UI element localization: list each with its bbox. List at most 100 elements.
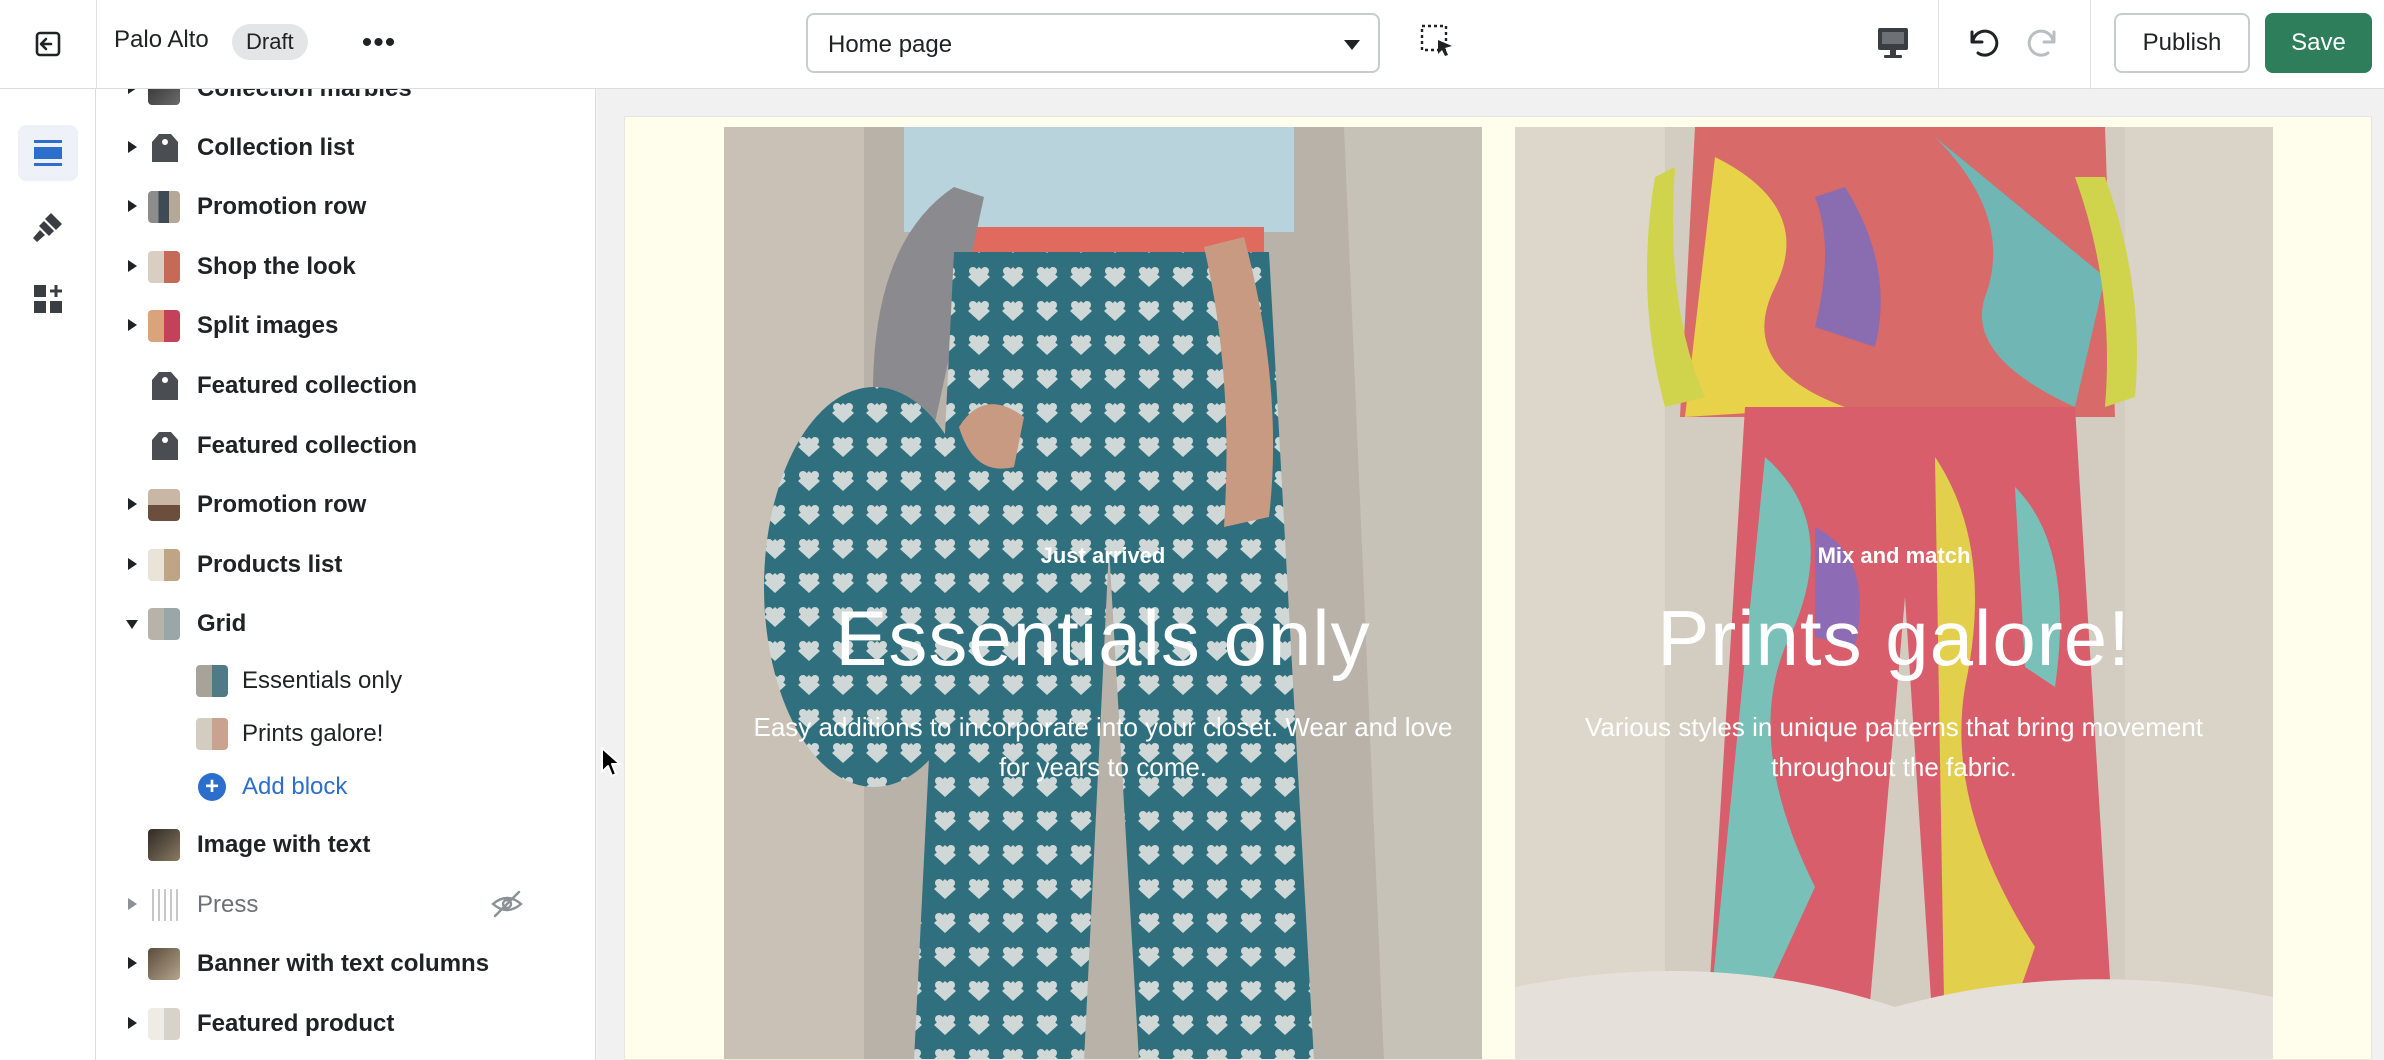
select-element-icon [1420, 24, 1452, 56]
storefront-preview: Just arrived Essentials only Easy additi… [624, 116, 2372, 1060]
redo-button[interactable] [2022, 20, 2066, 64]
collection-tag-icon [152, 432, 178, 460]
section-label: Image with text [197, 831, 371, 858]
rail-app-embeds-button[interactable] [18, 271, 78, 327]
chevron-right-icon [128, 498, 137, 510]
app-embeds-icon [34, 285, 62, 313]
status-badge: Draft [232, 24, 308, 60]
section-item-collection-list[interactable]: Collection list [96, 121, 595, 173]
mouse-cursor-icon [601, 747, 621, 777]
top-bar: Palo Alto Draft ••• Home page Publish Sa… [0, 0, 2384, 89]
section-item-image-with-text[interactable]: Image with text [96, 818, 595, 870]
card-kicker: Just arrived [1040, 543, 1166, 568]
section-label: Featured collection [197, 372, 418, 399]
section-thumbnail [148, 889, 180, 921]
desktop-icon [1878, 28, 1908, 58]
chevron-right-icon [128, 898, 137, 910]
block-thumbnail [196, 665, 228, 697]
section-item-banner-with-text-columns[interactable]: Banner with text columns [96, 937, 595, 989]
save-button[interactable]: Save [2265, 13, 2372, 73]
chevron-right-icon [128, 141, 137, 153]
section-label: Collection marbles [197, 89, 412, 103]
chevron-right-icon [128, 319, 137, 331]
chevron-right-icon [128, 957, 137, 969]
section-label: Banner with text columns [197, 950, 490, 977]
section-label: Press [197, 891, 259, 918]
section-thumbnail [148, 89, 180, 105]
grid-card-essentials-only[interactable]: Just arrived Essentials only Easy additi… [724, 127, 1482, 1059]
add-block-label: Add block [242, 773, 348, 800]
block-label: Essentials only [242, 667, 403, 694]
inspector-button[interactable] [1418, 22, 1458, 62]
sections-icon [34, 140, 62, 166]
section-item-shop-the-look[interactable]: Shop the look [96, 240, 595, 292]
section-thumbnail [148, 489, 180, 521]
section-item-split-images[interactable]: Split images [96, 299, 595, 351]
section-label: Promotion row [197, 193, 367, 220]
card-kicker: Mix and match [1817, 543, 1971, 568]
undo-button[interactable] [1960, 20, 2004, 64]
editor-nav-rail [0, 89, 96, 1060]
section-label: Collection list [197, 134, 355, 161]
add-block-button[interactable]: + Add block [96, 760, 595, 812]
sections-sidebar: Collection marbles Collection list Promo… [96, 89, 596, 1060]
publish-button[interactable]: Publish [2114, 13, 2250, 73]
chevron-down-icon [126, 620, 138, 629]
rail-sections-button[interactable] [18, 125, 78, 181]
chevron-right-icon [128, 89, 137, 94]
block-item-prints-galore[interactable]: Prints galore! [96, 707, 595, 759]
section-label: Grid [197, 610, 247, 637]
add-circle-icon: + [198, 773, 226, 801]
section-thumbnail [148, 251, 180, 283]
chevron-down-icon [1344, 40, 1360, 50]
section-thumbnail [148, 310, 180, 342]
chevron-right-icon [128, 200, 137, 212]
card-headline: Essentials only [835, 594, 1371, 682]
collection-tag-icon [152, 134, 178, 162]
collection-tag-icon [152, 372, 178, 400]
theme-settings-icon [33, 213, 62, 242]
section-item-grid[interactable]: Grid [96, 597, 595, 649]
section-item-featured-collection[interactable]: Featured collection [96, 419, 595, 471]
chevron-right-icon [128, 558, 137, 570]
section-item-promotion-row[interactable]: Promotion row [96, 180, 595, 232]
hidden-eye-icon[interactable] [490, 889, 524, 919]
section-thumbnail [148, 608, 180, 640]
section-label: Shop the look [197, 253, 356, 280]
page-selector-value: Home page [828, 31, 953, 58]
section-thumbnail [148, 191, 180, 223]
exit-editor-button[interactable] [20, 20, 76, 68]
section-item-featured-collection[interactable]: Featured collection [96, 359, 595, 411]
page-selector[interactable]: Home page [806, 13, 1380, 73]
block-label: Prints galore! [242, 720, 384, 747]
topbar-divider [2090, 0, 2091, 89]
section-item-products-list[interactable]: Products list [96, 538, 595, 590]
section-item-promotion-row[interactable]: Promotion row [96, 478, 595, 530]
section-thumbnail [148, 1008, 180, 1040]
card-headline: Prints galore! [1657, 594, 2131, 682]
grid-card-prints-galore[interactable]: Mix and match Prints galore! Various sty… [1515, 127, 2273, 1059]
redo-icon [2027, 29, 2056, 57]
chevron-right-icon [128, 260, 137, 272]
section-item-featured-product[interactable]: Featured product [96, 997, 595, 1049]
section-label: Featured product [197, 1010, 395, 1037]
section-thumbnail [148, 549, 180, 581]
section-item-collection-marbles[interactable]: Collection marbles [96, 89, 595, 114]
topbar-divider [1938, 0, 1939, 89]
block-thumbnail [196, 718, 228, 750]
section-thumbnail [148, 829, 180, 861]
section-thumbnail [148, 948, 180, 980]
card-body: Easy additions to incorporate into your … [753, 712, 1453, 782]
exit-icon [35, 31, 61, 57]
section-label: Split images [197, 312, 339, 339]
store-name: Palo Alto [114, 26, 209, 53]
section-label: Products list [197, 551, 343, 578]
section-label: Featured collection [197, 432, 418, 459]
block-item-essentials-only[interactable]: Essentials only [96, 654, 595, 706]
topbar-divider [96, 0, 97, 89]
section-item-press[interactable]: Press [96, 878, 595, 930]
chevron-right-icon [128, 1017, 137, 1029]
desktop-view-button[interactable] [1870, 22, 1916, 64]
rail-theme-settings-button[interactable] [18, 199, 78, 255]
more-actions-button[interactable]: ••• [352, 20, 406, 66]
